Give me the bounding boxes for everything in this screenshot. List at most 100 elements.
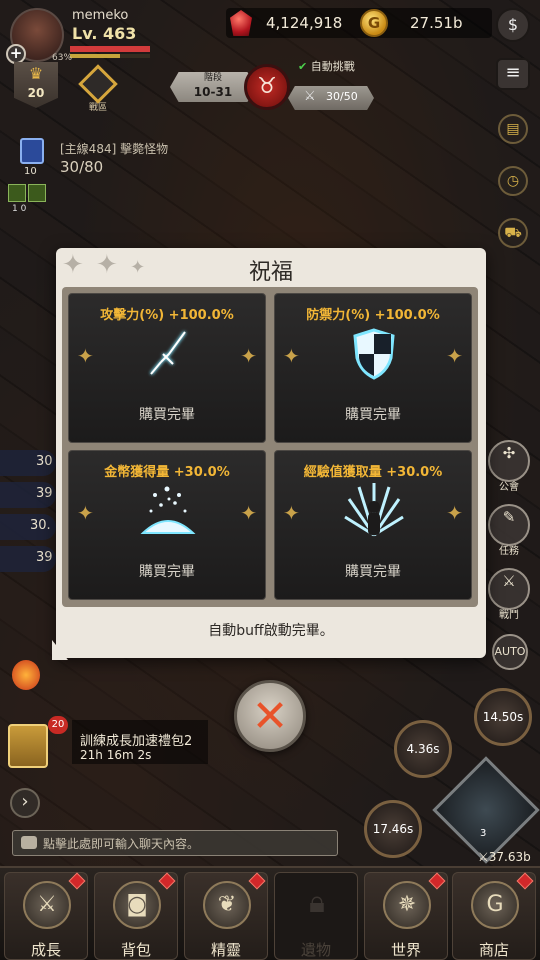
gold-pile-icon xyxy=(140,486,196,534)
buff-icon xyxy=(28,184,46,202)
quest-count: 10 xyxy=(24,166,37,177)
buff-card-heading: 防禦力(%) +100.0% xyxy=(306,308,440,323)
buff-card-defense[interactable]: 防禦力(%) +100.0% ✦ ✦ 購買完畢 xyxy=(274,293,472,443)
close-button[interactable]: ✕ xyxy=(234,680,306,752)
buff-mini-values: 1 0 xyxy=(12,204,27,214)
buff-card-heading: 經驗值獲取量 +30.0% xyxy=(303,465,443,480)
nav-label: 成長 xyxy=(30,941,61,959)
gold-count: 27.51b xyxy=(410,14,463,32)
cart-icon[interactable]: ⛟ xyxy=(498,218,528,248)
scroll-icon[interactable]: ▤ xyxy=(498,114,528,144)
shield-icon xyxy=(353,328,395,380)
add-icon[interactable]: + xyxy=(6,44,26,64)
quest-title[interactable]: [主線484] 擊斃怪物 xyxy=(60,140,168,157)
stage-label: 階段 xyxy=(203,73,222,83)
buff-card-heading: 金幣獲得量 +30.0% xyxy=(104,465,230,480)
sword-icon: ⚔ xyxy=(304,89,316,104)
menu-icon[interactable]: ≡ xyxy=(496,58,530,90)
pack-timer: 21h 16m 2s xyxy=(80,748,152,762)
nav-backpack[interactable]: ◙ 背包 xyxy=(94,872,178,960)
player-name: memeko xyxy=(72,8,129,23)
chat-input[interactable]: 點擊此處即可輸入聊天內容。 xyxy=(12,830,338,856)
lock-icon: 🔒︎ xyxy=(309,885,325,920)
sparkle-icon: ✦ xyxy=(283,344,300,368)
skill-slot-1[interactable]: 14.50s xyxy=(474,688,532,746)
wave-count: 30/50 xyxy=(326,90,358,103)
notification-dot xyxy=(516,872,534,890)
buff-card-gold[interactable]: 金幣獲得量 +30.0% ✦ ✦ 購買完畢 xyxy=(68,450,266,600)
skill-slot-3[interactable]: 17.46s xyxy=(364,800,422,858)
chat-bubble-icon xyxy=(21,836,37,849)
auto-challenge-toggle[interactable]: ✔ 自動挑戰 xyxy=(298,58,355,74)
gem-count: 4,124,918 xyxy=(266,14,343,32)
hero-level: 3 xyxy=(480,828,487,839)
fire-event-icon[interactable] xyxy=(12,660,40,690)
left-bar-4[interactable]: 39 xyxy=(0,546,56,572)
nav-spirit[interactable]: ❦ 精靈 xyxy=(184,872,268,960)
gift-pack-icon[interactable] xyxy=(8,724,48,768)
compass-icon: ✵ xyxy=(383,881,431,929)
notification-dot xyxy=(68,872,86,890)
buff-card-status: 購買完畢 xyxy=(345,564,401,580)
battle-button[interactable]: ⚔ xyxy=(488,568,530,610)
money-bag-icon[interactable]: $ xyxy=(496,8,530,42)
quest-icon: ✎ xyxy=(502,508,516,526)
auto-buff-status: 自動buff啟動完畢。 xyxy=(208,623,334,639)
buff-card-status: 購買完畢 xyxy=(139,564,195,580)
sparkle-icon: ✦ xyxy=(240,501,257,525)
sparkle-icon: ✦ xyxy=(446,344,463,368)
sparkle-icon: ✦ xyxy=(77,501,94,525)
dialog-tail xyxy=(52,640,68,660)
skill-slot-2[interactable]: 4.36s xyxy=(394,720,452,778)
dagger-icon xyxy=(149,331,187,375)
spirit-icon: ❦ xyxy=(203,881,251,929)
buff-card-status: 購買完畢 xyxy=(345,407,401,423)
auto-label: AUTO xyxy=(494,645,526,658)
nav-relic[interactable]: 🔒︎ 遺物 xyxy=(274,872,358,960)
combat-power: ⚔37.63b xyxy=(478,850,531,864)
sparkle-icon: ✦ xyxy=(283,501,300,525)
nav-shop[interactable]: G 商店 xyxy=(452,872,536,960)
emblem-icon xyxy=(78,64,118,104)
notification-dot xyxy=(248,872,266,890)
sparkle-icon: ✦ xyxy=(446,501,463,525)
crown-icon: ♛ xyxy=(28,64,44,83)
quest-progress: 30/80 xyxy=(60,158,104,176)
sparkle-icon: ✦ xyxy=(240,344,257,368)
check-icon: ✔ xyxy=(298,60,308,73)
wave-indicator: ⚔ 30/50 xyxy=(288,86,374,110)
pack-title: 訓練成長加速禮包2 xyxy=(80,734,193,749)
quest-book-icon[interactable] xyxy=(20,138,44,164)
backpack-icon: ◙ xyxy=(113,881,161,929)
buff-card-status: 購買完畢 xyxy=(139,407,195,423)
buff-card-heading: 攻擊力(%) +100.0% xyxy=(100,308,234,323)
hp-bar xyxy=(70,46,150,52)
notification-dot xyxy=(428,872,446,890)
zone-emblem[interactable]: 戰區 xyxy=(74,64,122,113)
left-bar-1[interactable]: 30 xyxy=(0,450,56,476)
nav-world[interactable]: ✵ 世界 xyxy=(364,872,448,960)
quest-button[interactable]: ✎ xyxy=(488,504,530,546)
left-bar-3[interactable]: 30. xyxy=(0,514,56,540)
sparkle-icon: ✦ xyxy=(77,344,94,368)
nav-growth[interactable]: ⚔ 成長 xyxy=(4,872,88,960)
guild-button[interactable]: ✣ xyxy=(488,440,530,482)
dialog-title: 祝福 xyxy=(248,260,293,285)
nav-label: 遺物 xyxy=(300,941,331,959)
exp-percent: 63% xyxy=(52,53,73,63)
gold-coin-icon: G xyxy=(360,9,388,37)
buff-card-exp[interactable]: 經驗值獲取量 +30.0% ✦ ✦ 購買完畢 xyxy=(274,450,472,600)
crossed-swords-icon: ⚔ xyxy=(478,850,489,864)
chat-placeholder: 點擊此處即可輸入聊天內容。 xyxy=(43,837,200,851)
notification-dot xyxy=(158,872,176,890)
exp-burst-icon xyxy=(344,483,404,537)
battle-label: 戰鬥 xyxy=(499,610,519,621)
left-bar-2[interactable]: 39 xyxy=(0,482,56,508)
buff-card-attack[interactable]: 攻擊力(%) +100.0% ✦ ✦ 購買完畢 xyxy=(68,293,266,443)
stopwatch-icon[interactable]: ◷ xyxy=(498,166,528,196)
boss-icon[interactable]: ♉ xyxy=(244,64,290,110)
auto-button[interactable]: AUTO xyxy=(492,634,528,670)
chevron-right-icon[interactable]: › xyxy=(10,788,40,818)
nav-label: 商店 xyxy=(478,941,509,959)
emblem-label: 戰區 xyxy=(88,103,107,113)
